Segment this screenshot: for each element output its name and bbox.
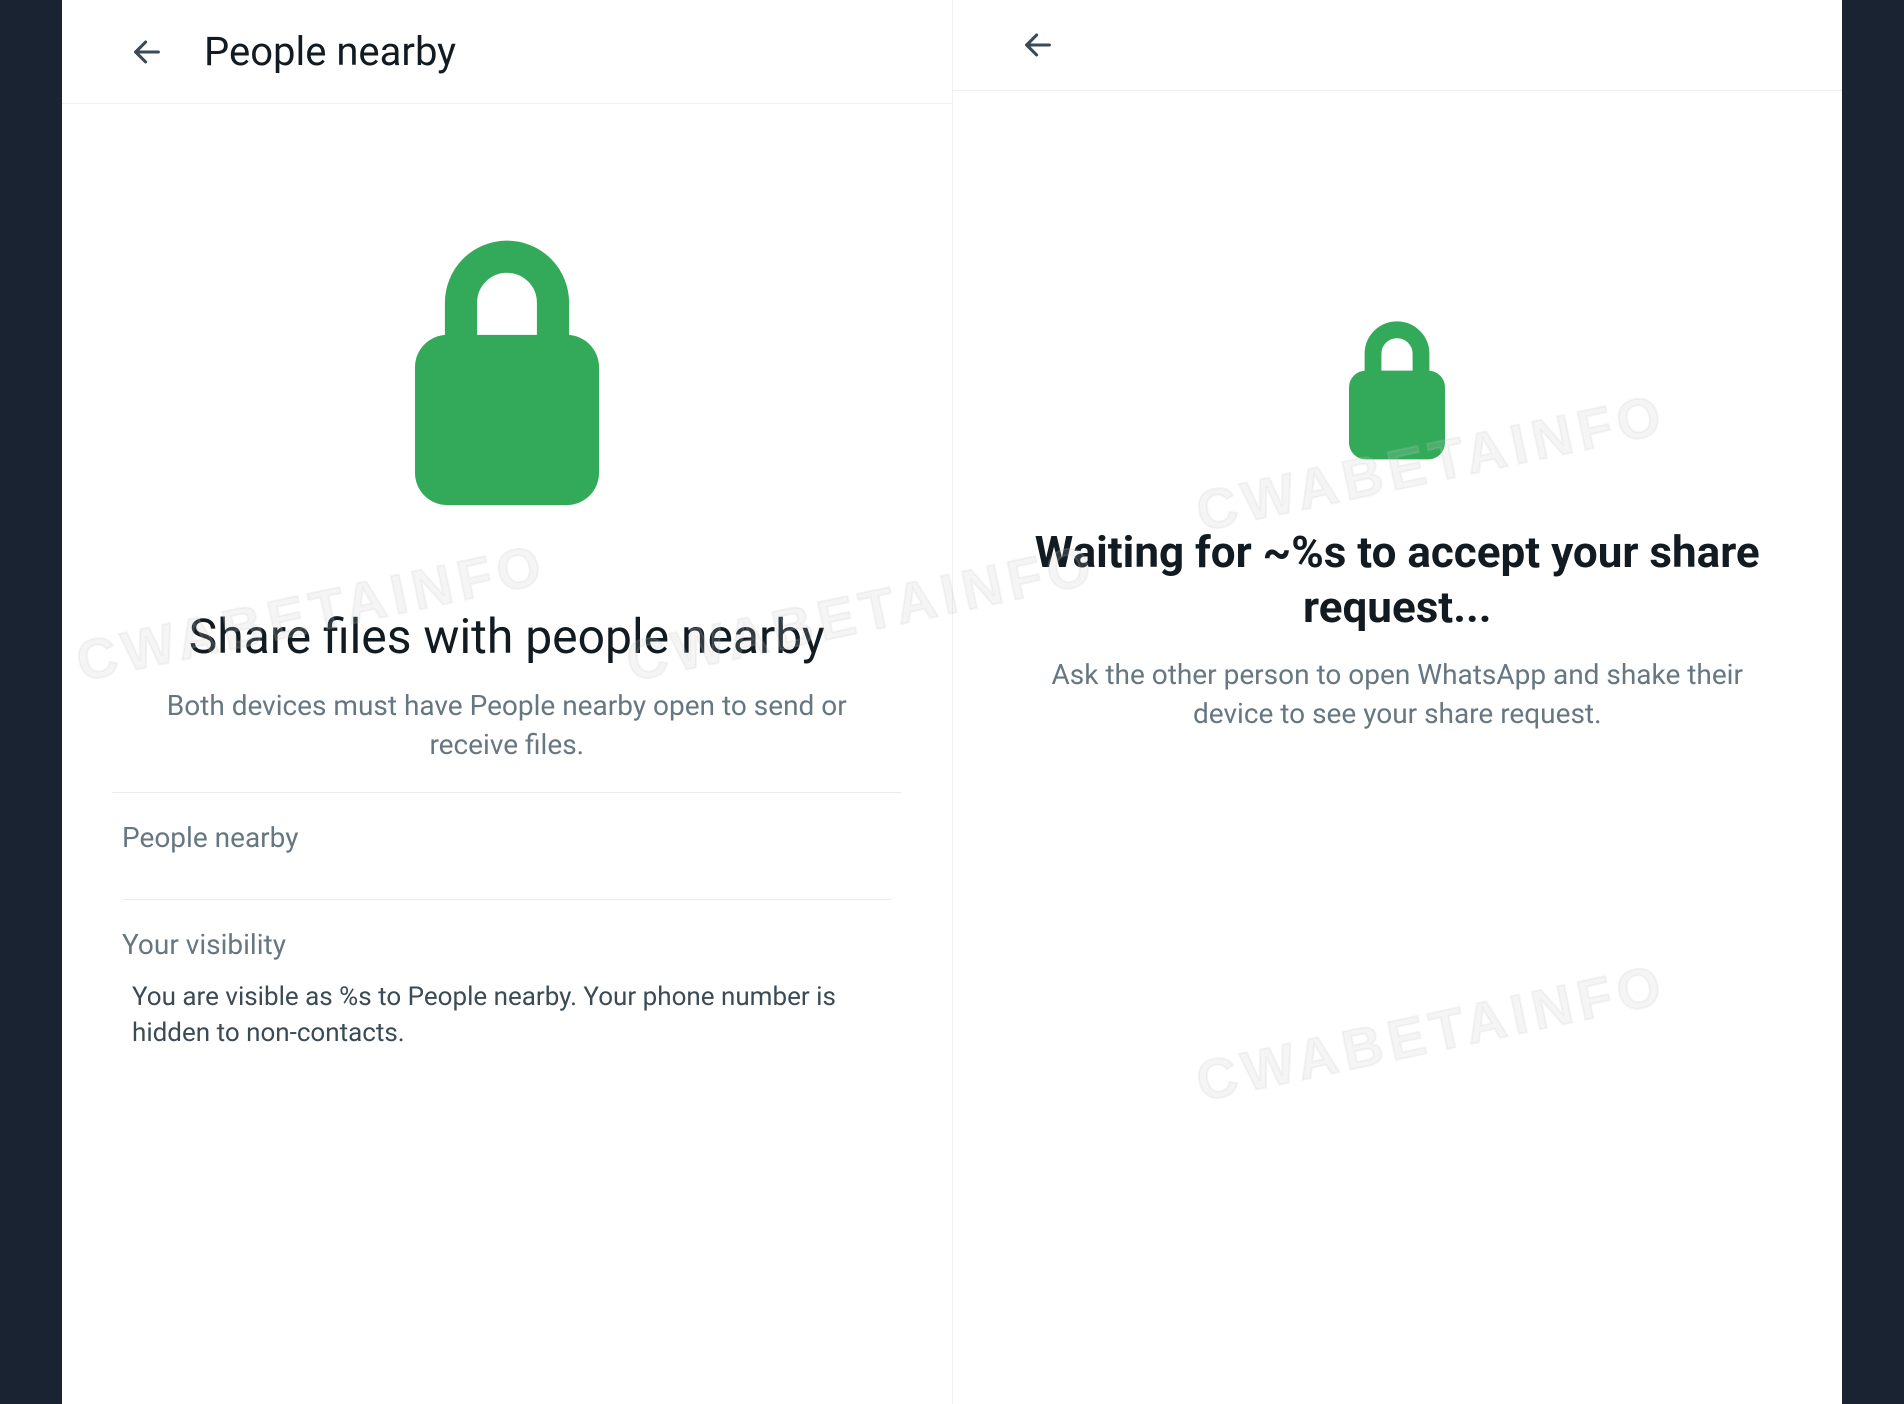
- section-people-nearby: People nearby Your visibility You are vi…: [112, 821, 902, 1052]
- heading-waiting: Waiting for ~%s to accept your share req…: [1003, 525, 1793, 635]
- lock-icon-large: [392, 224, 622, 528]
- visibility-detail-text: You are visible as %s to People nearby. …: [122, 979, 892, 1052]
- page-title-left: People nearby: [204, 28, 456, 75]
- back-button-right[interactable]: [1021, 28, 1055, 62]
- subtext-both-devices: Both devices must have People nearby ope…: [112, 686, 902, 764]
- back-button-left[interactable]: [130, 35, 164, 69]
- panel-people-nearby: People nearby Share files with people ne…: [62, 0, 953, 1404]
- panel-waiting: Waiting for ~%s to accept your share req…: [953, 0, 1843, 1404]
- section-title-people: People nearby: [122, 821, 892, 854]
- arrow-left-icon: [1021, 28, 1055, 62]
- arrow-left-icon: [130, 35, 164, 69]
- divider: [122, 899, 892, 900]
- divider: [112, 792, 902, 793]
- subtext-ask-other: Ask the other person to open WhatsApp an…: [1003, 655, 1793, 733]
- header-right: [953, 0, 1843, 91]
- heading-share-files: Share files with people nearby: [189, 608, 825, 666]
- section-title-visibility: Your visibility: [122, 928, 892, 961]
- lock-icon-small: [1337, 311, 1457, 475]
- header-left: People nearby: [62, 0, 952, 104]
